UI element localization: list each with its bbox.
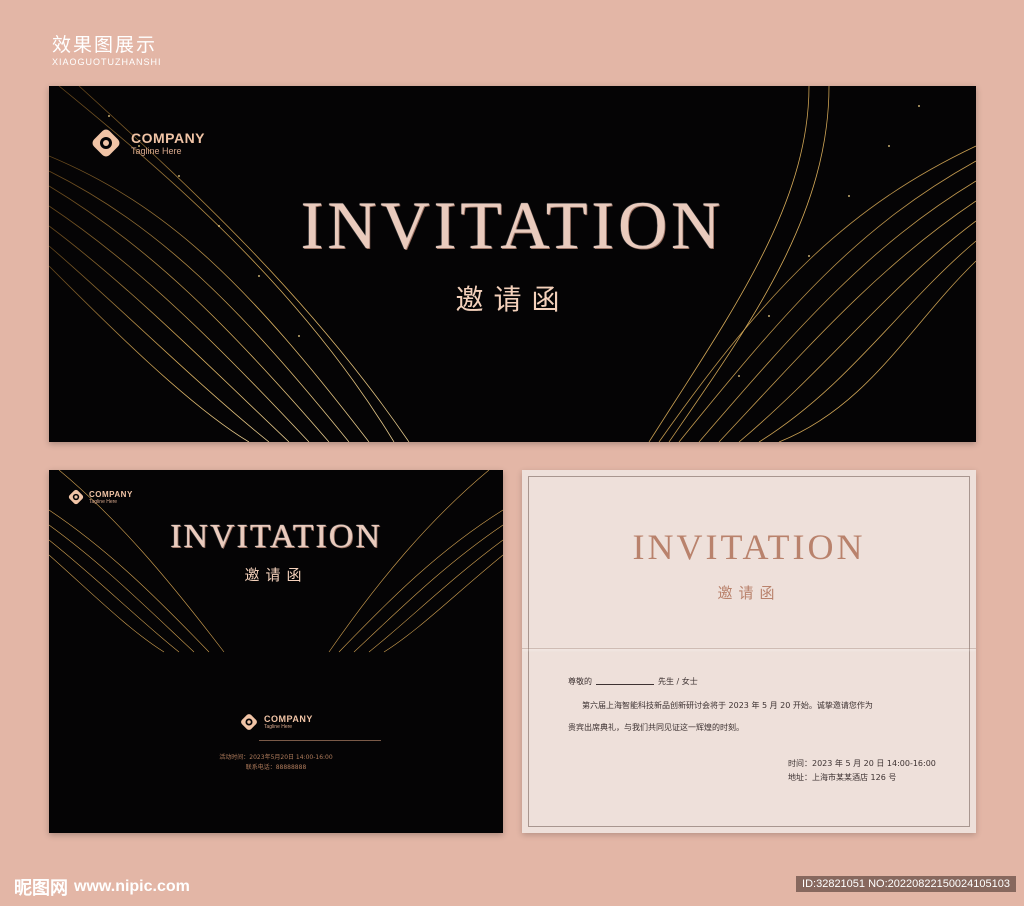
honorific: 先生 / 女士 bbox=[658, 677, 698, 686]
site-watermark: 昵图网 www.nipic.com bbox=[14, 874, 190, 900]
back-title: INVITATION bbox=[170, 518, 382, 555]
company-logo-icon bbox=[241, 714, 257, 730]
inner-title: INVITATION bbox=[632, 527, 866, 567]
company-tagline: Tagline Here bbox=[264, 724, 293, 730]
company-logo: COMPANY Tagline Here bbox=[89, 126, 205, 160]
company-name: COMPANY bbox=[264, 714, 313, 724]
company-name: COMPANY bbox=[89, 489, 133, 499]
event-time: 活动时间：2023年5月20日 14:00-16:00 bbox=[219, 754, 333, 761]
inner-title-cn: 邀请函 bbox=[717, 584, 781, 602]
image-id-watermark: ID:32821051 NO:20220822150024105103 bbox=[796, 876, 1016, 892]
name-blank bbox=[596, 684, 654, 685]
event-time: 时间：2023 年 5 月 20 日 14:00-16:00 bbox=[788, 759, 936, 768]
company-name: COMPANY bbox=[131, 130, 206, 146]
company-logo-icon bbox=[92, 129, 120, 157]
body-line-2: 贵宾出席典礼，与我们共同见证这一辉煌的时刻。 bbox=[568, 723, 744, 732]
invitation-back-card: COMPANY Tagline Here INVITATION 邀请函 COMP… bbox=[49, 470, 503, 833]
event-address: 地址：上海市某某酒店 126 号 bbox=[788, 773, 897, 782]
company-logo: COMPANY Tagline Here bbox=[67, 488, 133, 506]
cover-title-cn: 邀请函 bbox=[455, 283, 570, 316]
header-title: 效果图展示 bbox=[52, 34, 158, 56]
fold-line bbox=[522, 648, 976, 649]
header-subtitle: XIAOGUOTUZHANSHI bbox=[52, 57, 162, 67]
contact-phone: 联系电话：88888888 bbox=[245, 764, 307, 771]
invitation-cover-card: COMPANY Tagline Here INVITATION 邀请函 bbox=[49, 86, 976, 442]
salutation: 尊敬的 bbox=[568, 677, 592, 686]
invitation-inner-card: INVITATION 邀请函 尊敬的 先生 / 女士 第六届上海智能科技新品创新研… bbox=[522, 470, 976, 833]
back-title-cn: 邀请函 bbox=[244, 566, 308, 584]
divider bbox=[259, 740, 381, 741]
site-name: 昵图网 bbox=[14, 878, 68, 899]
salutation-line: 尊敬的 先生 / 女士 bbox=[568, 676, 698, 687]
company-tagline: Tagline Here bbox=[89, 498, 118, 505]
site-url: www.nipic.com bbox=[74, 878, 190, 895]
company-logo: COMPANY Tagline Here bbox=[239, 712, 313, 732]
company-tagline: Tagline Here bbox=[131, 146, 182, 156]
body-line-1: 第六届上海智能科技新品创新研讨会将于 2023 年 5 月 20 开始。诚挚邀请… bbox=[582, 701, 873, 710]
company-logo-icon bbox=[68, 489, 84, 505]
cover-title: INVITATION bbox=[300, 187, 725, 263]
